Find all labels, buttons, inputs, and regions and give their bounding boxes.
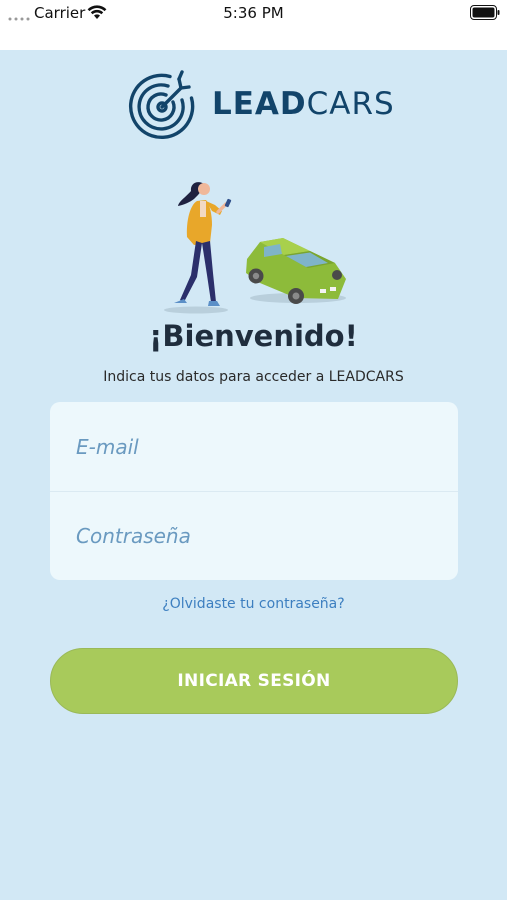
- logo-wordmark: LEADCARS: [212, 86, 395, 122]
- logo-lead: LEAD: [212, 86, 307, 122]
- email-field[interactable]: [50, 402, 458, 491]
- leadcars-logo: LEADCARS: [126, 68, 394, 142]
- status-bar: Carrier 5:36 PM: [0, 0, 507, 50]
- logo-cars: CARS: [306, 86, 395, 122]
- forgot-password-link[interactable]: ¿Olvidaste tu contraseña?: [0, 596, 507, 612]
- clock: 5:36 PM: [223, 4, 284, 22]
- battery-icon: [470, 5, 500, 20]
- login-button[interactable]: INICIAR SESIÓN: [50, 648, 458, 714]
- target-logo-icon: [128, 70, 195, 140]
- welcome-title: ¡Bienvenido!: [149, 319, 358, 353]
- welcome-illustration: [164, 182, 346, 314]
- password-field[interactable]: [50, 491, 458, 580]
- welcome-subtitle: Indica tus datos para acceder a LEADCARS: [103, 369, 404, 385]
- login-form: [50, 402, 458, 580]
